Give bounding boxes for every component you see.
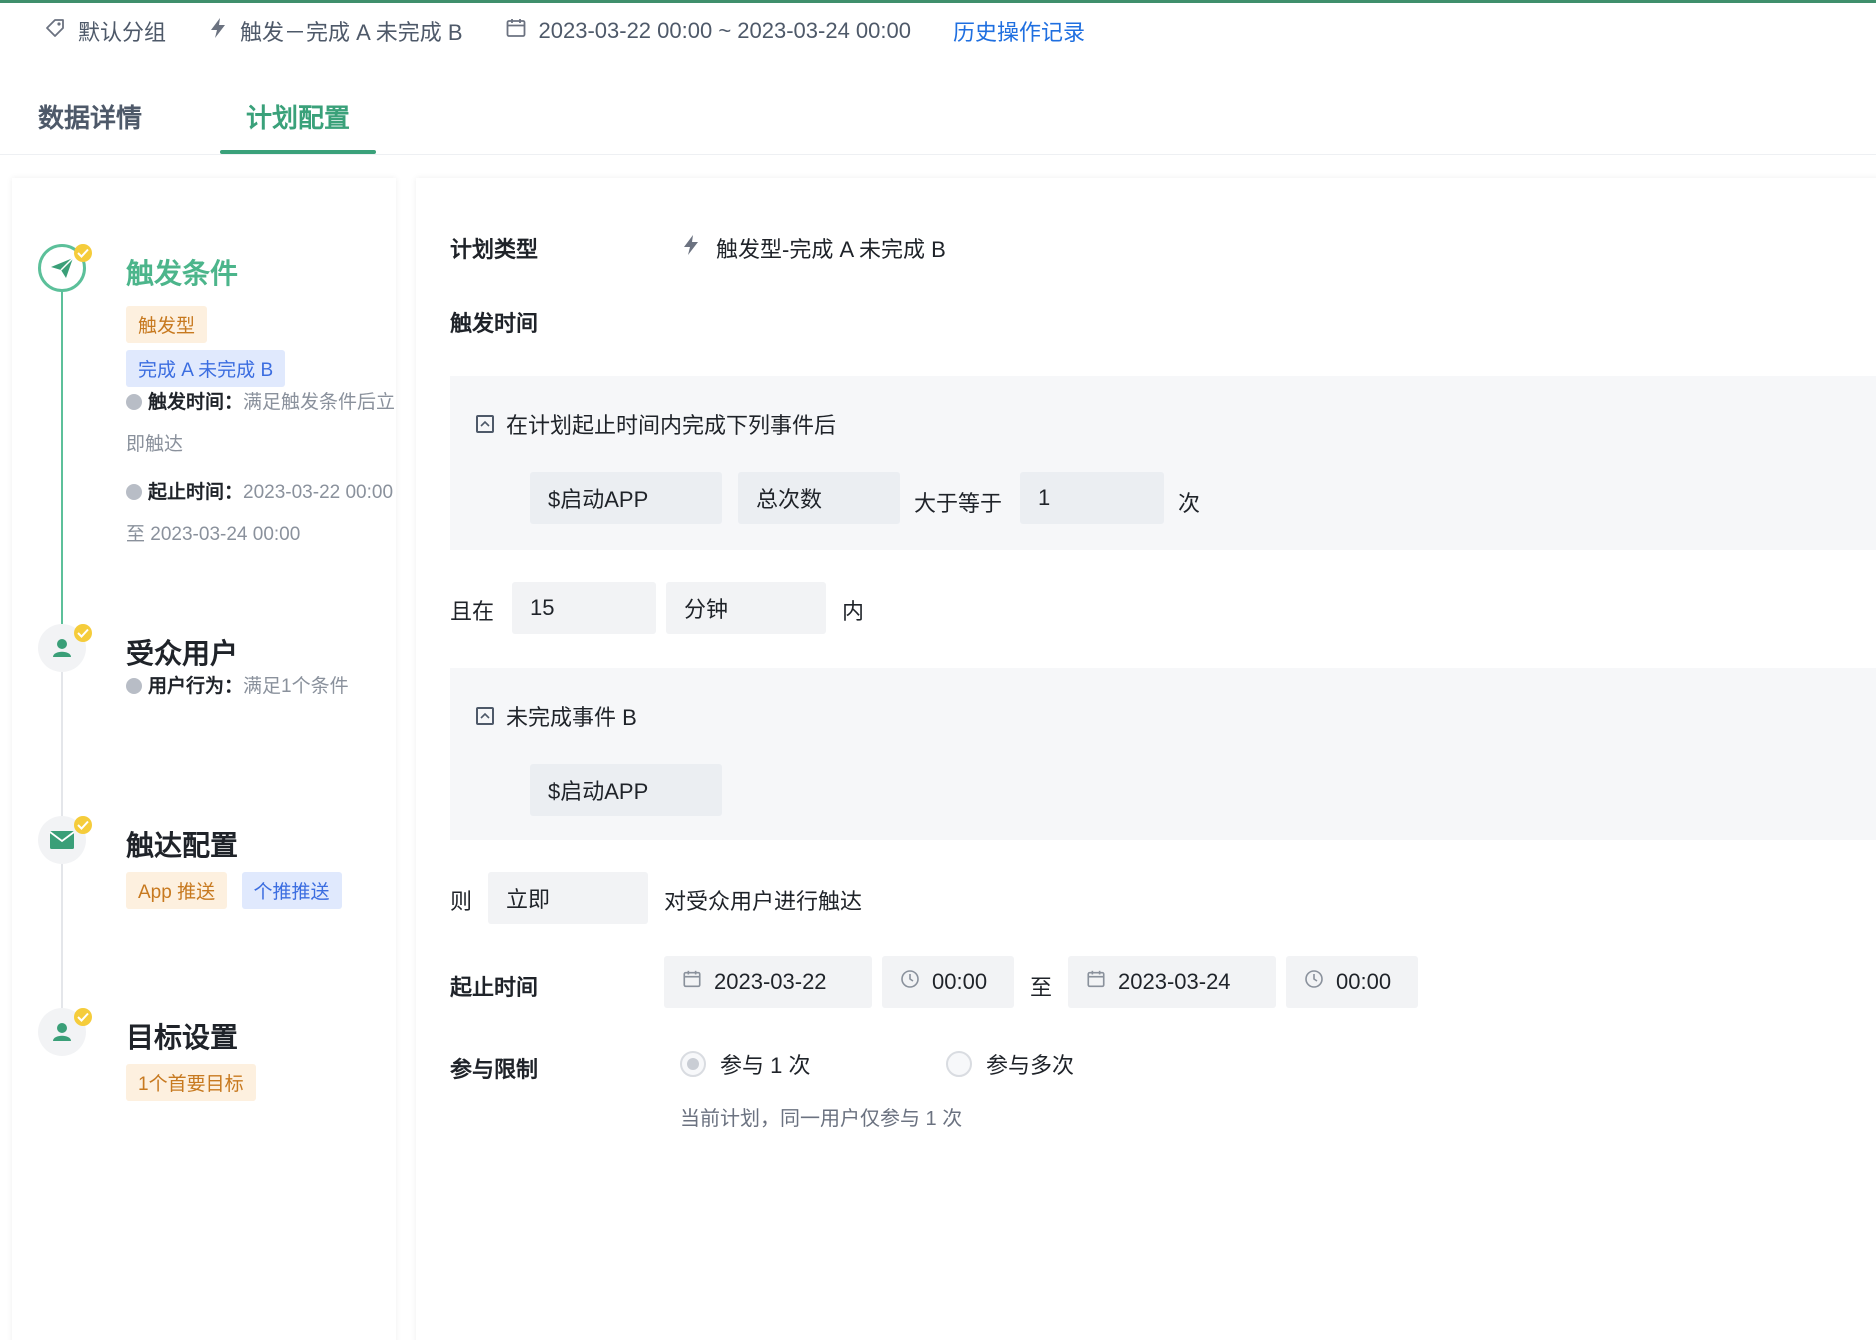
plan-type-label: 计划类型: [450, 237, 539, 262]
step-goal-setting[interactable]: 目标设置 1个首要目标: [38, 1008, 388, 1128]
radio-unselected-icon: [946, 1051, 972, 1077]
within-suffix: 内: [842, 599, 865, 624]
tab-divider: [0, 154, 1876, 155]
check-icon: [74, 624, 92, 642]
lightning-icon: [682, 234, 700, 262]
event-select[interactable]: $启动APP: [530, 472, 722, 524]
trigger-meta: 触发－完成 A 未完成 B: [208, 15, 463, 47]
trigger-time-label: 触发时间: [450, 311, 539, 336]
tab-bar: 数据详情 计划配置: [38, 98, 454, 154]
step-trigger-conditions[interactable]: 触发条件 触发型 完成 A 未完成 B 触发时间：满足触发条件后立即触达 起止时…: [38, 244, 395, 545]
reach-timing-select[interactable]: 立即: [488, 872, 648, 924]
date-meta: 2023-03-22 00:00 ~ 2023-03-24 00:00: [505, 17, 911, 45]
start-date-picker[interactable]: 2023-03-22: [664, 956, 872, 1008]
limit-label: 参与限制: [450, 1057, 539, 1082]
user-behavior-info: 用户行为：满足1个条件: [126, 666, 396, 708]
lightning-icon: [208, 17, 240, 45]
duration-unit-select[interactable]: 分钟: [666, 582, 826, 634]
step-reach-config[interactable]: 触达配置 App 推送 个推推送: [38, 816, 388, 936]
group-meta: 默认分组: [44, 15, 166, 47]
end-time-picker[interactable]: 00:00: [1286, 956, 1418, 1008]
history-link[interactable]: 历史操作记录: [953, 15, 1085, 47]
step-title: 触发条件: [126, 258, 239, 289]
plan-type-value: 触发型-完成 A 未完成 B: [682, 232, 946, 264]
step-tags: 1个首要目标: [126, 1064, 256, 1101]
uncompleted-event-section: 未完成事件 B $启动APP: [450, 668, 1876, 840]
collapse-icon[interactable]: [476, 415, 494, 433]
step-audience[interactable]: 受众用户 用户行为：满足1个条件: [38, 624, 388, 744]
event-select[interactable]: $启动APP: [530, 764, 722, 816]
steps-panel: 触发条件 触发型 完成 A 未完成 B 触发时间：满足触发条件后立即触达 起止时…: [12, 178, 396, 1340]
tag-primary-goal: 1个首要目标: [126, 1064, 256, 1101]
step-title: 触达配置: [126, 830, 239, 861]
start-time-picker[interactable]: 00:00: [882, 956, 1014, 1008]
date-range-label: 2023-03-22 00:00 ~ 2023-03-24 00:00: [538, 18, 911, 43]
clock-icon: [126, 484, 142, 500]
section-header[interactable]: 未完成事件 B: [476, 700, 637, 732]
group-label: 默认分组: [78, 20, 167, 45]
limit-hint: 当前计划，同一用户仅参与 1 次: [680, 1108, 963, 1130]
trigger-time-info: 触发时间：满足触发条件后立即触达: [126, 392, 396, 455]
clock-icon: [900, 969, 932, 995]
radio-participate-once[interactable]: 参与 1 次: [680, 1048, 810, 1080]
section-header[interactable]: 在计划起止时间内完成下列事件后: [476, 408, 836, 440]
tag-trigger-type: 触发型: [126, 306, 208, 343]
check-icon: [74, 1008, 92, 1026]
trigger-label: 触发－完成 A 未完成 B: [240, 20, 463, 45]
end-date-picker[interactable]: 2023-03-24: [1068, 956, 1276, 1008]
step-title: 目标设置: [126, 1022, 239, 1053]
step-tags: 触发型: [126, 306, 208, 343]
count-unit: 次: [1178, 491, 1201, 516]
then-suffix: 对受众用户进行触达: [664, 889, 863, 914]
tag-getui-push: 个推推送: [241, 872, 342, 909]
completed-events-section: 在计划起止时间内完成下列事件后 $启动APP 总次数 大于等于 1 次: [450, 376, 1876, 550]
count-input[interactable]: 1: [1020, 472, 1164, 524]
within-prefix: 且在: [450, 599, 495, 624]
top-accent-line: [0, 0, 1876, 3]
period-info: 起止时间：2023-03-22 00:00 至 2023-03-24 00:00: [126, 482, 394, 545]
check-circle-icon: [126, 678, 142, 694]
clock-icon: [126, 394, 142, 410]
step-tags: App 推送 个推推送: [126, 872, 342, 909]
period-separator: 至: [1030, 975, 1053, 1000]
tab-plan-config[interactable]: 计划配置: [220, 98, 377, 154]
clock-icon: [1304, 969, 1336, 995]
check-icon: [74, 244, 92, 262]
radio-participate-multiple[interactable]: 参与多次: [946, 1048, 1074, 1080]
then-prefix: 则: [450, 889, 473, 914]
tag-icon: [44, 17, 78, 45]
radio-selected-icon: [680, 1051, 706, 1077]
check-icon: [74, 816, 92, 834]
plan-meta-bar: 默认分组 触发－完成 A 未完成 B 2023-03-22 00:00 ~ 20…: [44, 14, 1127, 48]
metric-select[interactable]: 总次数: [738, 472, 900, 524]
calendar-icon: [505, 17, 539, 45]
calendar-icon: [1086, 969, 1118, 995]
calendar-icon: [682, 969, 714, 995]
tag-app-push: App 推送: [126, 872, 228, 909]
period-label: 起止时间: [450, 975, 539, 1000]
operator-text: 大于等于: [914, 491, 1003, 516]
collapse-icon[interactable]: [476, 707, 494, 725]
config-panel: 计划类型 触发型-完成 A 未完成 B 触发时间 在计划起止时间内完成下列事件后…: [416, 178, 1876, 1340]
tab-data-details[interactable]: 数据详情: [38, 98, 142, 154]
duration-input[interactable]: 15: [512, 582, 656, 634]
